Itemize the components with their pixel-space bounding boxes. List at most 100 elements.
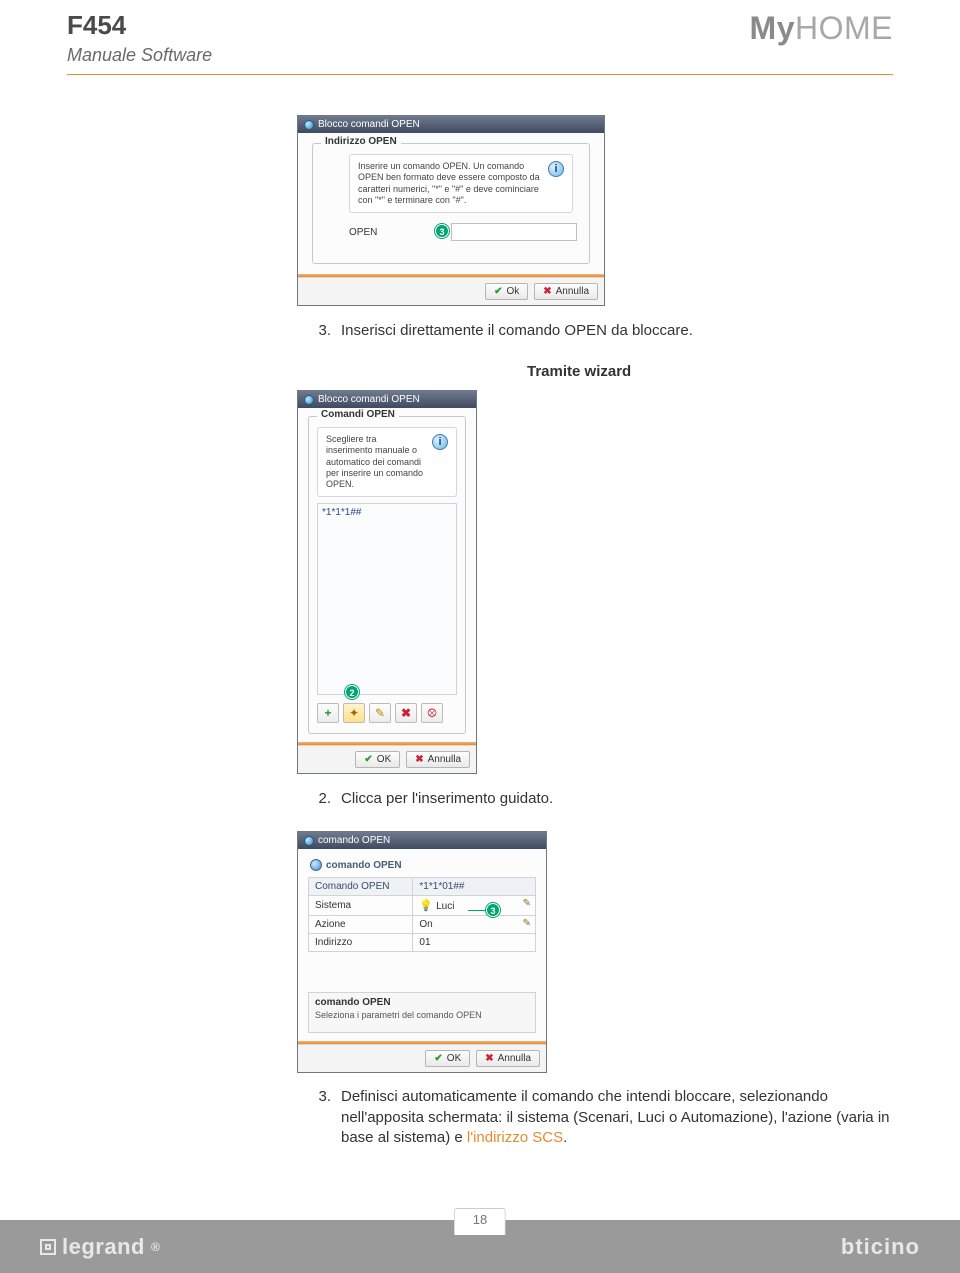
check-icon: ✔ — [364, 754, 372, 765]
delete-all-button[interactable]: ⮾ — [421, 703, 443, 723]
brand-prefix: My — [750, 10, 795, 46]
info-text: Scegliere tra inserimento manuale o auto… — [326, 434, 424, 490]
cell-text: Luci — [436, 901, 454, 912]
app-icon — [304, 395, 314, 405]
open-command-grid: Comando OPEN *1*1*01## Sistema 💡Luci✎ Az… — [308, 877, 536, 952]
legrand-logo: legrand® — [40, 1234, 160, 1260]
hint-title: comando OPEN — [315, 997, 529, 1008]
cancel-button[interactable]: ✖ Annulla — [406, 751, 470, 768]
hint-bar: comando OPEN Seleziona i parametri del c… — [308, 992, 536, 1033]
step-number: 3. — [317, 1087, 331, 1148]
info-box: Scegliere tra inserimento manuale o auto… — [317, 427, 457, 497]
cancel-label: Annulla — [556, 286, 589, 297]
fieldset-legend: Comandi OPEN — [317, 409, 399, 420]
header-left: F454 Manuale Software — [67, 10, 212, 66]
cross-icon: ✖ — [485, 1053, 493, 1064]
edit-button[interactable]: ✎ — [369, 703, 391, 723]
cell-value: *1*1*01## — [413, 878, 536, 896]
cell-text: *1*1*01## — [419, 881, 464, 892]
cell-key: Comando OPEN — [309, 878, 413, 896]
info-text: Inserire un comando OPEN. Un comando OPE… — [358, 161, 540, 206]
page-number: 18 — [473, 1212, 487, 1227]
cancel-button[interactable]: ✖ Annulla — [534, 283, 598, 300]
wizard-toolbar: 2 + ✦ ✎ ✖ ⮾ — [317, 703, 457, 723]
dialog-wizard: Blocco comandi OPEN Comandi OPEN Sceglie… — [297, 390, 477, 774]
step-number: 3. — [317, 322, 331, 339]
cross-icon: ✖ — [543, 286, 551, 297]
ok-button[interactable]: ✔Ok — [485, 283, 528, 300]
table-row: Indirizzo 01 — [309, 934, 536, 952]
table-row: Comando OPEN *1*1*01## — [309, 878, 536, 896]
open-command-input[interactable] — [451, 223, 577, 241]
cell-value-azione[interactable]: On ✎ — [413, 916, 536, 934]
wizard-button[interactable]: ✦ — [343, 703, 365, 723]
step-number: 2. — [317, 790, 331, 807]
pencil-icon: ✎ — [523, 918, 531, 929]
bticino-logo: bticino — [841, 1234, 920, 1260]
section-heading-wizard: Tramite wizard — [297, 363, 893, 380]
ok-button[interactable]: ✔ OK — [355, 751, 400, 768]
dialog-titlebar: Blocco comandi OPEN — [298, 116, 604, 133]
cancel-label: Annulla — [498, 1053, 531, 1064]
legrand-mark-icon — [40, 1239, 56, 1255]
step-2: 2. Clicca per l'inserimento guidato. — [317, 790, 893, 807]
app-icon — [304, 120, 314, 130]
cell-value-indirizzo[interactable]: 01 — [413, 934, 536, 952]
step-text: Definisci automaticamente il comando che… — [341, 1087, 893, 1148]
ok-label: OK — [377, 754, 391, 765]
brand-suffix: HOME — [795, 10, 893, 46]
callout-connector — [468, 910, 488, 911]
dialog-title-text: comando OPEN — [318, 835, 390, 846]
dialog-title-text: Blocco comandi OPEN — [318, 119, 420, 130]
open-command-list[interactable]: *1*1*1## — [317, 503, 457, 695]
manual-subtitle: Manuale Software — [67, 45, 212, 66]
dialog-titlebar: comando OPEN — [298, 832, 546, 849]
fieldset-comandi-open: Comandi OPEN Scegliere tra inserimento m… — [308, 416, 466, 734]
delete-button[interactable]: ✖ — [395, 703, 417, 723]
step-3a: 3. Inserisci direttamente il comando OPE… — [317, 322, 893, 339]
grid-heading-text: comando OPEN — [326, 860, 402, 871]
legrand-text: legrand — [62, 1234, 145, 1260]
callout-badge-2: 2 — [345, 685, 359, 699]
cancel-button[interactable]: ✖ Annulla — [476, 1050, 540, 1067]
dialog-button-bar: ✔Ok ✖ Annulla — [298, 277, 604, 305]
step-text: Clicca per l'inserimento guidato. — [341, 790, 553, 807]
open-label: OPEN — [349, 227, 429, 238]
cross-icon: ✖ — [415, 754, 423, 765]
cancel-label: Annulla — [428, 754, 461, 765]
hint-text: Seleziona i parametri del comando OPEN — [315, 1010, 482, 1020]
cell-value-sistema[interactable]: 💡Luci ✎ — [413, 896, 536, 916]
brand-logo: MyHOME — [750, 10, 893, 47]
cell-text: 01 — [419, 937, 430, 948]
page-footer: legrand® 18 bticino — [0, 1220, 960, 1273]
dialog-title-text: Blocco comandi OPEN — [318, 394, 420, 405]
scs-address-link[interactable]: l'indirizzo SCS — [467, 1129, 563, 1146]
cell-key: Azione — [309, 916, 413, 934]
info-icon: i — [432, 434, 448, 450]
cell-text: On — [419, 919, 432, 930]
info-icon: i — [548, 161, 564, 177]
fieldset-legend: Indirizzo OPEN — [321, 136, 401, 147]
table-row: Sistema 💡Luci✎ — [309, 896, 536, 916]
pencil-icon: ✎ — [523, 898, 531, 909]
step-text: Inserisci direttamente il comando OPEN d… — [341, 322, 693, 339]
cell-key: Indirizzo — [309, 934, 413, 952]
add-button[interactable]: + — [317, 703, 339, 723]
callout-badge-3: 3 — [435, 224, 449, 238]
globe-icon — [310, 859, 322, 871]
page-number-tab: 18 — [454, 1208, 506, 1235]
ok-label: OK — [447, 1053, 461, 1064]
app-icon — [304, 836, 314, 846]
dialog-button-bar: ✔ OK ✖ Annulla — [298, 1044, 546, 1072]
check-icon: ✔ — [434, 1053, 442, 1064]
table-row: Azione On ✎ — [309, 916, 536, 934]
step-3b: 3. Definisci automaticamente il comando … — [317, 1087, 893, 1148]
dialog-titlebar: Blocco comandi OPEN — [298, 391, 476, 408]
ok-label: Ok — [506, 286, 519, 297]
dialog-blocco-open: Blocco comandi OPEN Indirizzo OPEN Inser… — [297, 115, 605, 306]
bulb-icon: 💡 — [419, 900, 433, 912]
ok-button[interactable]: ✔ OK — [425, 1050, 470, 1067]
dialog-comando-open: comando OPEN comando OPEN Comando OPEN *… — [297, 831, 547, 1073]
product-code: F454 — [67, 10, 212, 41]
dialog-button-bar: ✔ OK ✖ Annulla — [298, 745, 476, 773]
